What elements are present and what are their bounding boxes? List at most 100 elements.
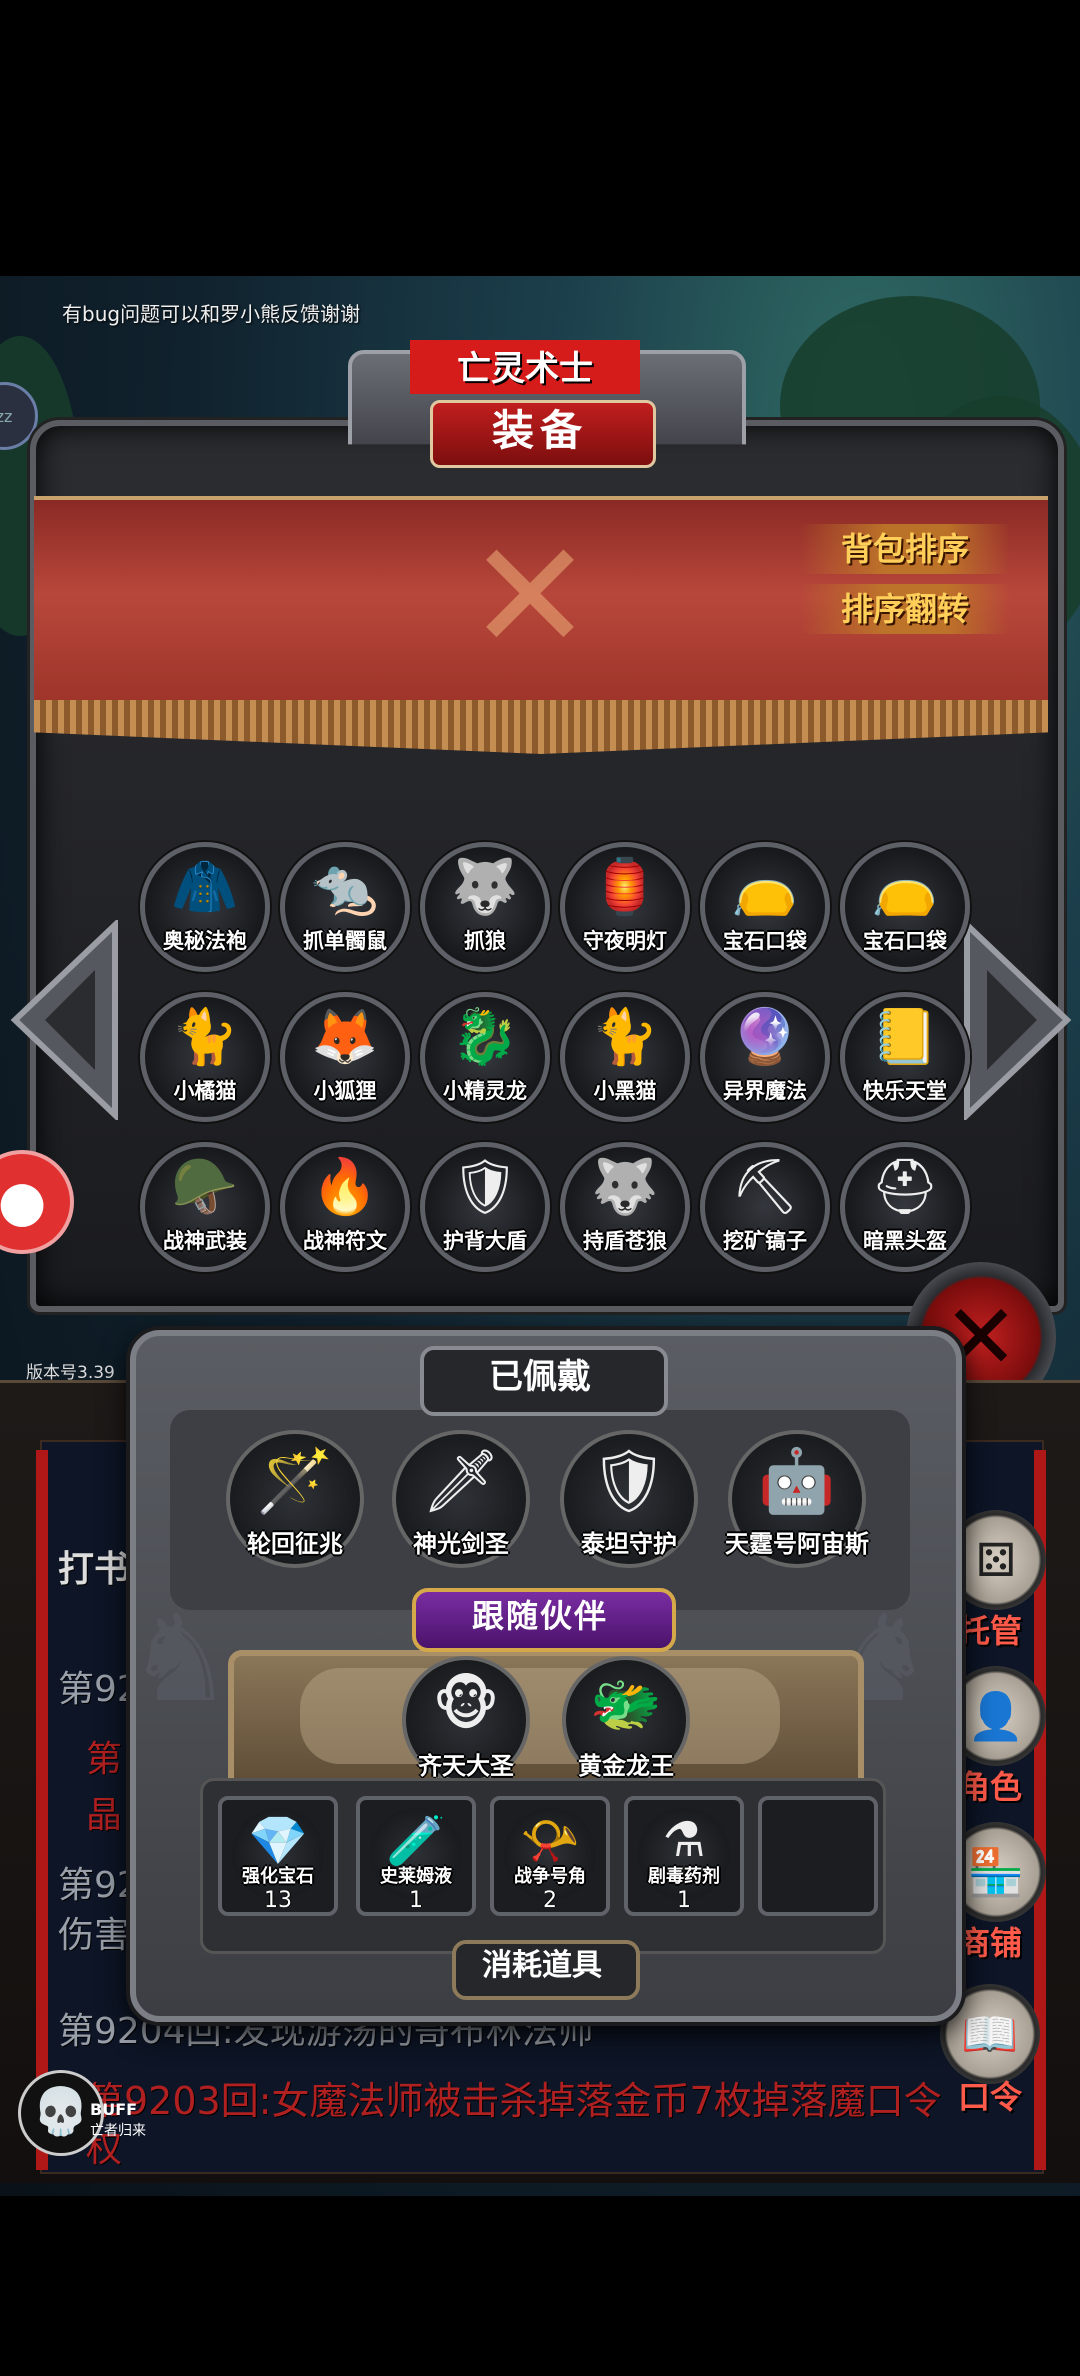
consumable-slot-empty[interactable] — [758, 1796, 878, 1916]
inventory-slot-label: 小橘猫 — [173, 1079, 237, 1103]
item-icon: 🦊 — [311, 1005, 379, 1068]
inventory-slot-label: 挖矿镐子 — [723, 1229, 807, 1253]
buff-sublabel: 亡者归来 — [90, 2123, 146, 2139]
equipped-title: 已佩戴 — [489, 1357, 591, 1397]
item-icon: 🐺 — [591, 1155, 659, 1218]
item-icon: 🏮 — [591, 855, 659, 918]
item-icon: 🪖 — [171, 1155, 239, 1218]
inventory-slot-label: 异界魔法 — [723, 1079, 807, 1103]
consumable-slot[interactable]: 🧪 史莱姆液 1 — [356, 1796, 476, 1916]
item-icon: 🛡 — [450, 1155, 520, 1218]
bag-sort-button[interactable]: 背包排序 — [800, 524, 1010, 574]
poison-flask-icon: ⚗ — [662, 1812, 706, 1868]
inventory-slot[interactable]: 🐺 抓狼 — [420, 842, 550, 972]
inventory-slot[interactable]: 🏮 守夜明灯 — [560, 842, 690, 972]
consumable-slot[interactable]: ⚗ 剧毒药剂 1 — [624, 1796, 744, 1916]
inventory-slot-label: 战神符文 — [303, 1229, 387, 1253]
consumable-slot[interactable]: 💎 强化宝石 13 — [218, 1796, 338, 1916]
character-name: 亡灵术士 — [457, 349, 593, 389]
item-icon: 🐈 — [171, 1005, 239, 1068]
item-icon: 🐉 — [451, 1005, 519, 1068]
item-icon: 🔮 — [731, 1005, 799, 1068]
equipped-slot-label: 轮回征兆 — [247, 1530, 343, 1558]
companion-slot[interactable]: 🐵 齐天大圣 — [402, 1656, 530, 1784]
inventory-slot[interactable]: 🔮 异界魔法 — [700, 992, 830, 1122]
dice-icon: ⚄ — [976, 1533, 1016, 1587]
companion-slot[interactable]: 🐲 黄金龙王 — [562, 1656, 690, 1784]
book-icon: 📖 — [961, 2006, 1019, 2061]
inventory-slot[interactable]: 👝 宝石口袋 — [840, 842, 970, 972]
inventory-slot[interactable]: 🐀 抓单髑鼠 — [280, 842, 410, 972]
inventory-slot-label: 战神武装 — [163, 1229, 247, 1253]
bug-note: 有bug问题可以和罗小熊反馈谢谢 — [62, 302, 361, 326]
inventory-slot[interactable]: 🦊 小狐狸 — [280, 992, 410, 1122]
inventory-slot-label: 小狐狸 — [313, 1079, 377, 1103]
password-label: 口令 — [957, 2078, 1022, 2116]
consumable-count: 1 — [409, 1888, 423, 1913]
inventory-slot[interactable]: 🛡 护背大盾 — [420, 1142, 550, 1272]
inventory-slot-label: 宝石口袋 — [863, 929, 947, 953]
item-icon: ⛏ — [730, 1155, 800, 1218]
inventory-slot-label: 守夜明灯 — [583, 929, 667, 953]
inventory-slot[interactable]: 🐈 小黑猫 — [560, 992, 690, 1122]
item-icon: 🐈 — [591, 1005, 659, 1068]
equipped-slot[interactable]: 🤖 天霆号阿宙斯 — [725, 1430, 869, 1568]
item-icon: 🔥 — [311, 1155, 379, 1218]
consumable-count: 13 — [264, 1888, 292, 1913]
equipped-slot[interactable]: 🛡 泰坦守护 — [560, 1430, 698, 1568]
staff-icon: 🪄 — [256, 1444, 334, 1517]
shop-icon: 🏪 — [967, 1844, 1025, 1899]
inventory-slot[interactable]: 🐉 小精灵龙 — [420, 992, 550, 1122]
titan-armor-icon: 🛡 — [589, 1444, 669, 1517]
log-line: 伤害 — [58, 1915, 131, 1956]
equipped-slot[interactable]: 🪄 轮回征兆 — [226, 1430, 364, 1568]
item-icon: 🐺 — [451, 855, 519, 918]
inventory-slot-label: 小黑猫 — [593, 1079, 657, 1103]
inventory-slot[interactable]: 👝 宝石口袋 — [700, 842, 830, 972]
inventory-slot-label: 快乐天堂 — [863, 1079, 947, 1103]
equip-title: 装备 — [491, 406, 588, 455]
gargoyle-left-icon: ♞ — [126, 1590, 234, 1729]
inventory-slot-label: 抓单髑鼠 — [303, 929, 387, 953]
log-line: 第92 — [58, 1865, 140, 1906]
hooded-figure-icon: 👤 — [967, 1688, 1025, 1743]
inventory-slot-label: 宝石口袋 — [723, 929, 807, 953]
consumable-label: 战争号角 — [514, 1866, 586, 1887]
prev-page-arrow-icon[interactable] — [10, 920, 120, 1120]
inventory-slot-label: 奥秘法袍 — [163, 929, 247, 953]
sort-reverse-button[interactable]: 排序翻转 — [800, 584, 1010, 634]
companion-slot-label: 齐天大圣 — [418, 1752, 514, 1780]
consumable-slot[interactable]: 📯 战争号角 2 — [490, 1796, 610, 1916]
item-icon: ⛑ — [870, 1155, 940, 1218]
inventory-slot[interactable]: 🐈 小橘猫 — [140, 992, 270, 1122]
consumables-title: 消耗道具 — [482, 1948, 602, 1983]
item-icon: 🧥 — [171, 855, 239, 918]
inventory-slot[interactable]: 🐺 持盾苍狼 — [560, 1142, 690, 1272]
inventory-slot-label: 持盾苍狼 — [583, 1229, 667, 1253]
inventory-slot[interactable]: 🪖 战神武装 — [140, 1142, 270, 1272]
item-icon: 👝 — [731, 855, 799, 918]
consumable-label: 剧毒药剂 — [648, 1866, 720, 1887]
log-line: 晶 — [86, 1795, 123, 1836]
horn-icon: 📯 — [520, 1813, 580, 1869]
companion-slot-label: 黄金龙王 — [578, 1752, 674, 1780]
inventory-slot-label: 小精灵龙 — [443, 1079, 527, 1103]
golden-dragon-icon: 🐲 — [589, 1670, 663, 1738]
inventory-slot[interactable]: 🧥 奥秘法袍 — [140, 842, 270, 972]
inventory-slot[interactable]: 📒 快乐天堂 — [840, 992, 970, 1122]
consumable-label: 史莱姆液 — [380, 1866, 452, 1887]
consumable-label: 强化宝石 — [242, 1866, 314, 1887]
knight-icon: 🗡 — [421, 1444, 501, 1517]
potion-icon: 🧪 — [386, 1813, 446, 1869]
top-black-bar — [0, 0, 1080, 276]
inventory-slot-label: 抓狼 — [464, 929, 506, 953]
item-icon: 👝 — [871, 855, 939, 918]
inventory-slot[interactable]: ⛏ 挖矿镐子 — [700, 1142, 830, 1272]
inventory-slot[interactable]: 🔥 战神符文 — [280, 1142, 410, 1272]
skull-icon: 💀 — [32, 2084, 90, 2138]
equipped-slot-label: 泰坦守护 — [581, 1530, 677, 1558]
equipped-slot[interactable]: 🗡 神光剑圣 — [392, 1430, 530, 1568]
inventory-slot-label: 护背大盾 — [443, 1229, 527, 1253]
log-line: 第9203回:女魔法师被击杀掉落金币7枚掉落魔口令 — [86, 2079, 942, 2123]
inventory-slot[interactable]: ⛑ 暗黑头盔 — [840, 1142, 970, 1272]
